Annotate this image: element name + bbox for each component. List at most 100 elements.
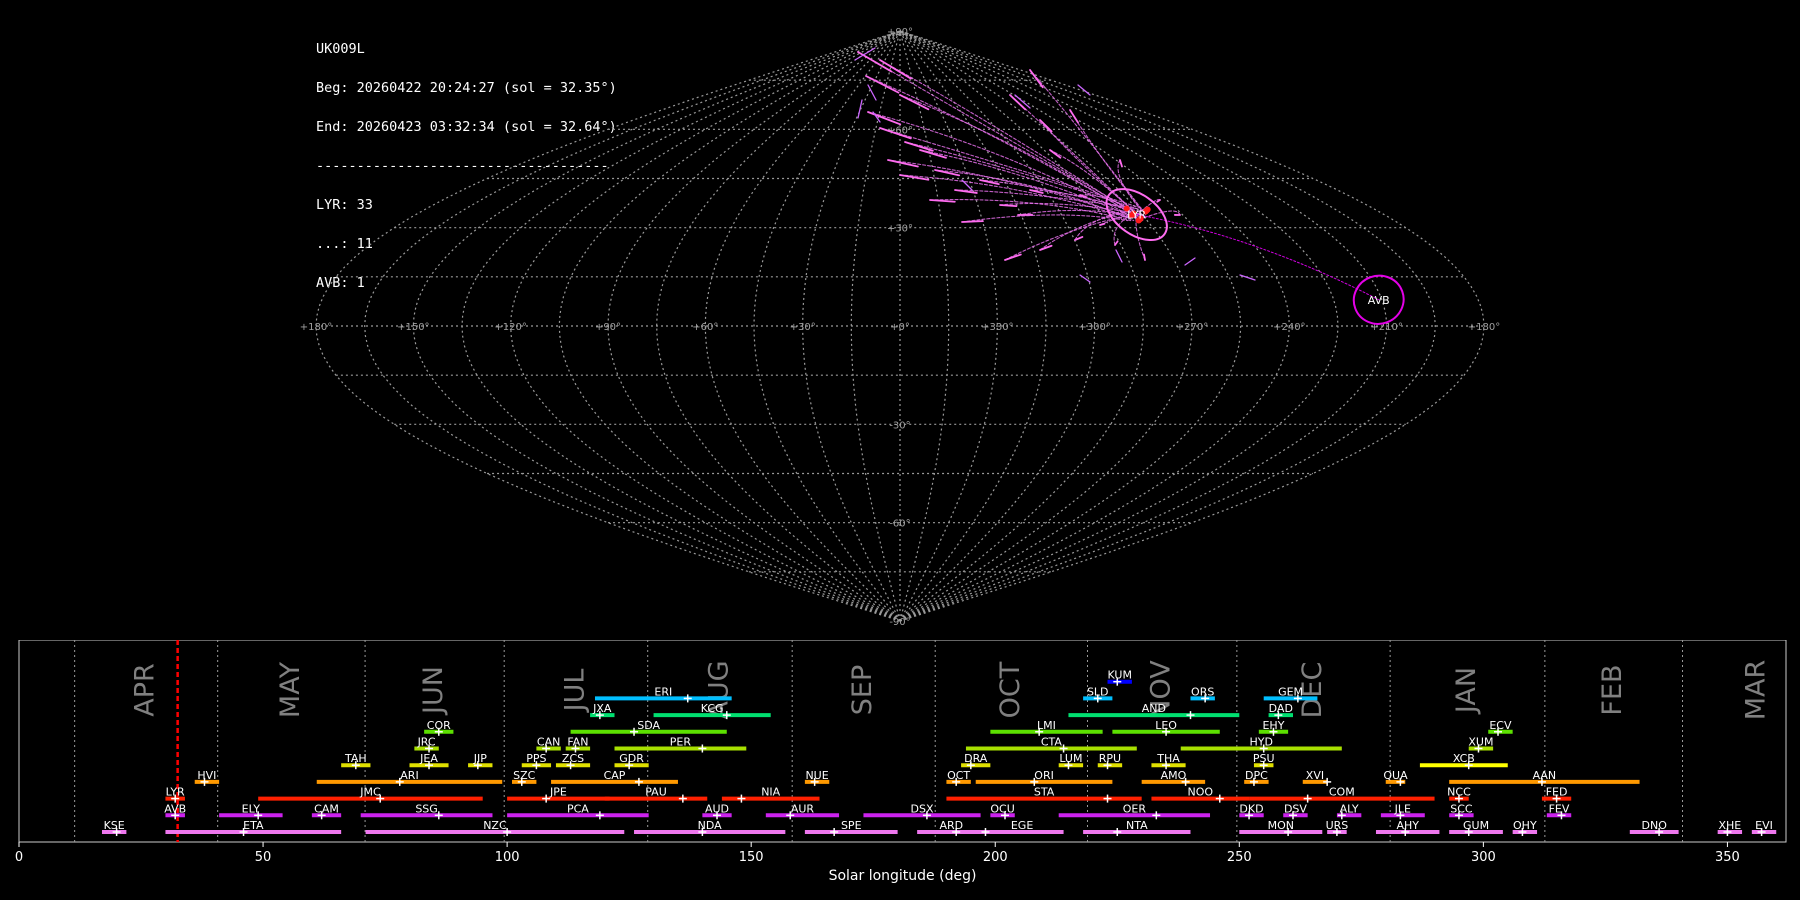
lyr-meteor: [999, 204, 1018, 208]
shower-label: ECV: [1489, 719, 1512, 732]
shower-tah: TAH: [341, 752, 371, 770]
shower-label: AAN: [1533, 769, 1557, 782]
x-tick-label: 0: [15, 850, 23, 865]
shower-label: AHY: [1396, 819, 1419, 832]
month-label: MAY: [275, 661, 306, 718]
lon-tick-label: +300°: [1078, 322, 1110, 333]
shower-label: HYD: [1250, 736, 1273, 749]
shower-label: ORI: [1034, 769, 1054, 782]
lat-tick-label: +30°: [887, 224, 913, 235]
shower-xum: XUM: [1468, 736, 1493, 753]
lyr-radiant-label: LYR: [1127, 209, 1146, 222]
shower-ehy: EHY: [1258, 719, 1289, 736]
shower-label: DAD: [1269, 702, 1293, 715]
lyr-meteor: [1114, 240, 1119, 246]
lyr-trail: [1004, 214, 1132, 261]
shower-label: NCC: [1447, 786, 1471, 799]
shower-label: SCC: [1450, 802, 1473, 815]
shower-label: CAP: [604, 769, 626, 782]
shower-label: OCT: [947, 769, 970, 782]
shower-label: MON: [1268, 819, 1294, 832]
shower-label: PPS: [526, 752, 546, 765]
x-tick-label: 250: [1227, 850, 1252, 865]
shower-label: ARI: [400, 769, 418, 782]
shower-oct: OCT: [946, 769, 971, 786]
shower-label: URS: [1326, 819, 1349, 832]
lon-tick-label: +180°: [1468, 322, 1500, 333]
month-label: MAR: [1741, 660, 1772, 721]
lyr-meteor: [899, 174, 930, 181]
lat-tick-label: -60°: [889, 519, 910, 530]
shower-label: DSV: [1284, 802, 1307, 815]
shower-ohy: OHY: [1512, 819, 1538, 836]
shower-label: DRA: [964, 752, 988, 765]
shower-label: ETA: [243, 819, 264, 832]
lyr-meteor: [1099, 222, 1106, 226]
x-axis-label: Solar longitude (deg): [829, 868, 977, 884]
shower-ocu: OCU: [990, 802, 1015, 820]
shower-label: CAM: [314, 802, 339, 815]
shower-label: LUM: [1059, 752, 1082, 765]
lyr-meteor: [929, 199, 956, 203]
shower-label: NZC: [483, 819, 507, 832]
shower-label: EHY: [1262, 719, 1284, 732]
shower-fev: FEV: [1546, 802, 1572, 820]
x-tick-label: 150: [739, 850, 764, 865]
shower-kum: KUM: [1107, 669, 1132, 686]
shower-label: ERI: [654, 685, 672, 698]
lyr-trail: [919, 149, 1129, 216]
shower-label: NUE: [805, 769, 828, 782]
sky-map: +180° +150° +120° +90° +60° +30° +0° +330° +300°…: [300, 27, 1500, 628]
sporadic-meteor: [1115, 249, 1123, 263]
shower-label: LMI: [1037, 719, 1056, 732]
month-label: APR: [130, 663, 161, 717]
lon-tick-label: +90°: [595, 322, 621, 333]
lyr-meteor: [1049, 149, 1062, 159]
shower-label: SZC: [513, 769, 536, 782]
lyr-meteor: [879, 59, 912, 80]
shower-timeline: APR MAY JUN JUL AUG SEP OCT NOV DEC JAN FEB MARKUME…: [15, 640, 1787, 884]
shower-aly: ALY: [1336, 802, 1362, 820]
shower-label: COR: [427, 719, 451, 732]
shower-hvi: HVI: [194, 769, 220, 786]
x-tick-label: 350: [1715, 850, 1740, 865]
shower-label: JIP: [473, 752, 487, 765]
shower-fan: FAN: [565, 736, 591, 753]
lon-tick-label: +180°: [300, 322, 332, 333]
shower-scc: SCC: [1449, 802, 1474, 820]
x-tick-label: 200: [983, 850, 1008, 865]
sporadic-meteor: [867, 84, 877, 101]
lon-tick-label: +240°: [1273, 322, 1305, 333]
shower-dpc: DPC: [1244, 769, 1269, 786]
shower-label: GDR: [619, 752, 644, 765]
shower-label: HVI: [197, 769, 216, 782]
sporadic-meteor: [857, 99, 863, 119]
x-tick-label: 100: [495, 850, 520, 865]
lyr-meteor: [961, 220, 984, 223]
shower-label: NIA: [761, 786, 780, 799]
lon-tick-label: +270°: [1176, 322, 1208, 333]
shower-label: NTA: [1126, 819, 1148, 832]
shower-qua: QUA: [1383, 769, 1408, 786]
lyr-meteor: [1119, 159, 1123, 168]
shower-label: STA: [1034, 786, 1055, 799]
shower-urs: URS: [1326, 819, 1349, 836]
shower-label: CTA: [1041, 736, 1063, 749]
shower-label: SSG: [415, 802, 438, 815]
shower-label: KCG: [701, 702, 724, 715]
shower-jxa: JXA: [590, 702, 615, 720]
shower-gdr: GDR: [614, 752, 649, 770]
shower-label: DKD: [1239, 802, 1263, 815]
shower-label: OER: [1123, 802, 1147, 815]
month-label: SEP: [847, 665, 878, 715]
shower-label: THA: [1156, 752, 1180, 765]
sporadic-meteor: [1184, 257, 1196, 266]
x-tick-label: 50: [255, 850, 272, 865]
shower-label: JEA: [419, 752, 438, 765]
shower-label: DPC: [1245, 769, 1268, 782]
shower-label: ALY: [1340, 802, 1359, 815]
shower-label: AUR: [791, 802, 815, 815]
avb-radiant-label: AVB: [1368, 294, 1390, 307]
shower-lyr: LYR: [165, 786, 185, 803]
lyr-meteor: [1004, 253, 1022, 261]
